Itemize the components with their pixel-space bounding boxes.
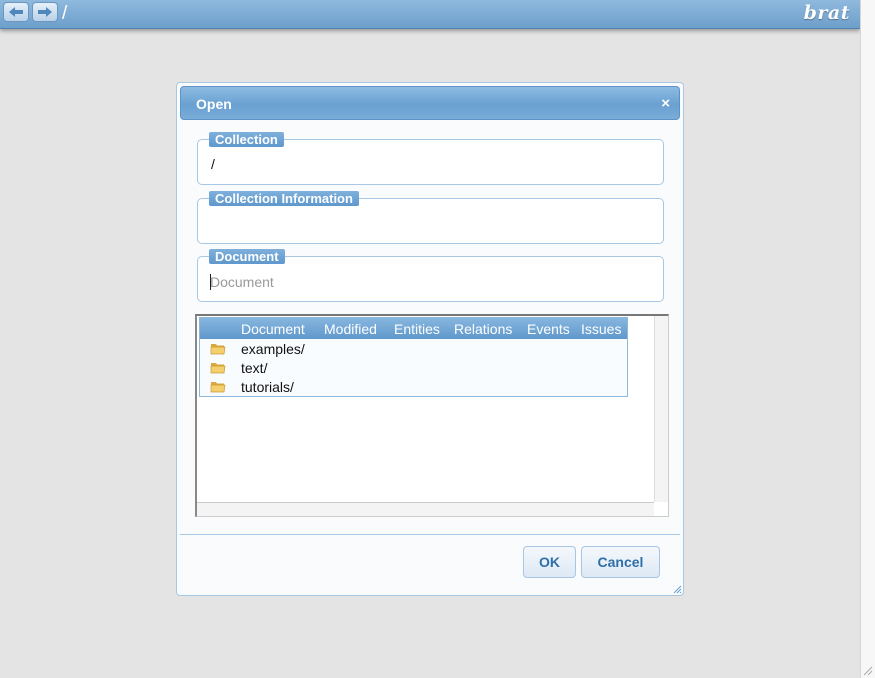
- ok-button[interactable]: OK: [523, 546, 576, 578]
- table-row[interactable]: examples/: [200, 340, 627, 359]
- column-header-relations[interactable]: Relations: [454, 321, 512, 337]
- page-scrollbar[interactable]: [860, 0, 875, 678]
- column-header-document[interactable]: Document: [241, 321, 305, 337]
- top-bar: / brat: [0, 0, 860, 29]
- resize-grip-icon[interactable]: [672, 584, 682, 594]
- collection-legend: Collection: [209, 132, 284, 147]
- folder-icon: [210, 344, 226, 355]
- forward-button[interactable]: [32, 2, 58, 22]
- document-table: Document Modified Entities Relations Eve…: [199, 317, 628, 397]
- open-dialog: Open × Collection / Collection Informati…: [176, 82, 684, 596]
- table-header: Document Modified Entities Relations Eve…: [200, 318, 627, 339]
- column-header-entities[interactable]: Entities: [394, 321, 440, 337]
- document-legend: Document: [209, 249, 285, 264]
- collection-info-fieldset: Collection Information: [197, 191, 664, 244]
- divider: [180, 534, 680, 535]
- dialog-title: Open: [196, 96, 232, 112]
- column-header-modified[interactable]: Modified: [324, 321, 377, 337]
- column-header-events[interactable]: Events: [527, 321, 570, 337]
- folder-icon: [210, 363, 226, 374]
- dialog-titlebar[interactable]: Open ×: [180, 86, 680, 120]
- resize-grip-icon[interactable]: [861, 664, 873, 676]
- table-row[interactable]: tutorials/: [200, 378, 627, 397]
- close-icon[interactable]: ×: [661, 95, 670, 112]
- arrow-right-icon: [38, 7, 52, 17]
- document-name: text/: [241, 360, 268, 376]
- vertical-scrollbar[interactable]: [654, 316, 668, 502]
- current-path[interactable]: /: [62, 3, 67, 25]
- text-cursor: [210, 274, 211, 290]
- document-list-pane: Document Modified Entities Relations Eve…: [195, 314, 669, 517]
- collection-fieldset: Collection /: [197, 132, 664, 185]
- document-input[interactable]: [210, 271, 650, 293]
- collection-value: /: [211, 156, 215, 172]
- collection-info-legend: Collection Information: [209, 191, 359, 206]
- table-row[interactable]: text/: [200, 359, 627, 378]
- cancel-button[interactable]: Cancel: [581, 546, 660, 578]
- arrow-left-icon: [9, 7, 23, 17]
- document-name: examples/: [241, 341, 305, 357]
- column-header-issues[interactable]: Issues: [581, 321, 621, 337]
- back-button[interactable]: [3, 2, 29, 22]
- document-fieldset: Document: [197, 249, 664, 302]
- folder-icon: [210, 382, 226, 393]
- document-name: tutorials/: [241, 379, 294, 395]
- horizontal-scrollbar[interactable]: [197, 502, 654, 516]
- brat-logo: brat: [803, 2, 850, 24]
